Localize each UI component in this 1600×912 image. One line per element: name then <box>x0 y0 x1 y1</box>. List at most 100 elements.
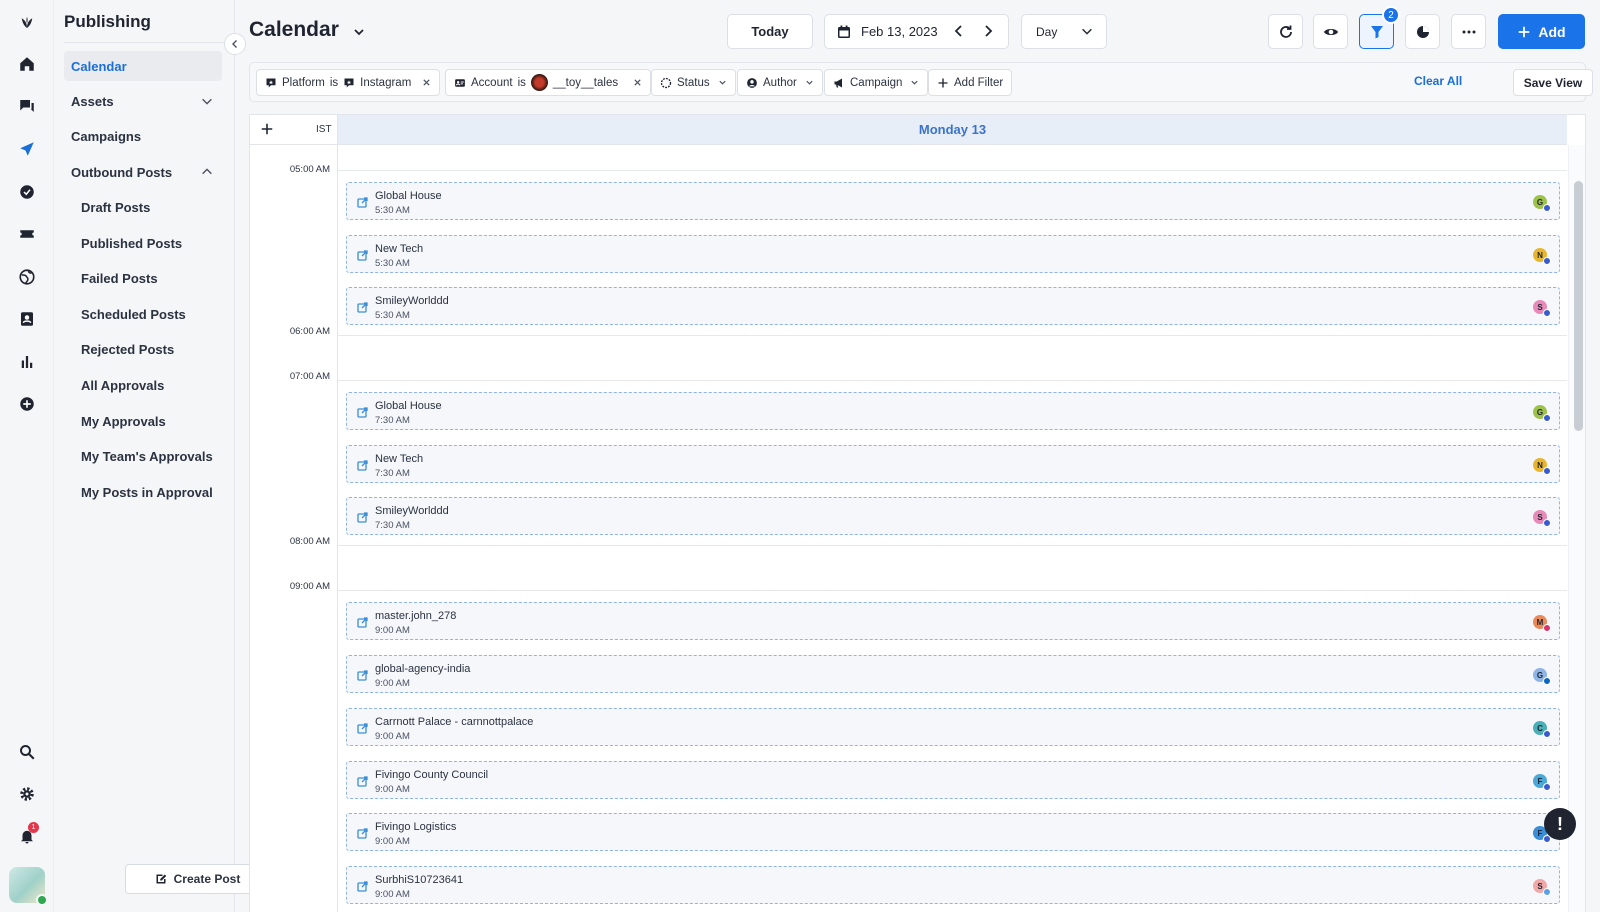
gear-icon[interactable] <box>15 782 39 806</box>
close-icon[interactable] <box>422 78 431 87</box>
chat-icon[interactable] <box>15 94 39 118</box>
collapse-sidebar-button[interactable] <box>224 33 246 55</box>
send-icon[interactable] <box>15 137 39 161</box>
calendar-event[interactable]: SurbhiS10723641 9:00 AM S <box>346 866 1560 904</box>
sidebar-subitem-my-posts-in-approval[interactable]: My Posts in Approval <box>74 478 224 506</box>
calendar-event[interactable]: Global House 7:30 AM G <box>346 392 1560 430</box>
help-button[interactable]: ! <box>1544 808 1576 840</box>
close-icon[interactable] <box>633 78 642 87</box>
platform-badge-icon <box>1543 730 1551 738</box>
calendar-event[interactable]: Carrnott Palace - carnnottpalace 9:00 AM… <box>346 708 1560 746</box>
account-avatar: S <box>1533 300 1551 317</box>
event-time: 7:30 AM <box>375 520 410 531</box>
filter-button[interactable]: 2 <box>1359 6 1400 49</box>
event-name: Fivingo Logistics <box>375 821 457 833</box>
bell-icon[interactable]: 1 <box>15 822 39 848</box>
post-icon <box>357 828 368 839</box>
account-filter-chip[interactable]: Account is __toy__tales <box>445 69 652 96</box>
post-icon <box>357 670 368 681</box>
platform-filter-chip[interactable]: Platform is Instagram <box>256 69 441 96</box>
ticket-icon[interactable] <box>15 222 39 246</box>
day-header: Monday 13 <box>338 115 1567 145</box>
chevron-down-icon <box>718 80 726 85</box>
event-name: New Tech <box>375 453 424 465</box>
platform-badge-icon <box>1543 677 1551 685</box>
date-picker[interactable]: Feb 13, 2023 <box>824 14 1009 49</box>
plus-circle-icon[interactable] <box>15 392 39 416</box>
next-date-button[interactable] <box>980 23 996 42</box>
sidebar-item-assets[interactable]: Assets <box>64 86 222 116</box>
chevron-down-icon <box>806 80 813 85</box>
view-select[interactable]: Day <box>1021 14 1107 49</box>
more-options-button[interactable] <box>1451 14 1486 49</box>
calendar-event[interactable]: Fivingo Logistics 9:00 AM F <box>346 813 1560 851</box>
scrollbar-thumb[interactable] <box>1574 181 1583 431</box>
globe-icon[interactable] <box>15 265 39 289</box>
sidebar-subitem-rejected-posts[interactable]: Rejected Posts <box>74 335 224 363</box>
event-time: 9:00 AM <box>375 678 410 689</box>
chevron-down-icon[interactable] <box>351 24 367 40</box>
hour-label: 06:00 AM <box>289 326 330 337</box>
event-time: 9:00 AM <box>375 731 410 742</box>
author-filter-chip[interactable]: Author <box>737 69 823 96</box>
event-name: global-agency-india <box>375 663 471 675</box>
report-button[interactable] <box>1405 14 1440 49</box>
post-icon <box>357 197 368 208</box>
chevron-right-icon <box>985 25 993 37</box>
calendar-event[interactable]: Fivingo County Council 9:00 AM F <box>346 761 1560 799</box>
calendar-scrollbar[interactable] <box>1568 145 1585 912</box>
contact-card-icon[interactable] <box>15 307 39 331</box>
sidebar-subitem-my-teams-approvals[interactable]: My Team's Approvals <box>74 442 224 470</box>
sidebar-item-calendar[interactable]: Calendar <box>64 51 222 81</box>
calendar-event[interactable]: master.john_278 9:00 AM M <box>346 602 1560 640</box>
clear-all-button[interactable]: Clear All <box>1414 74 1462 88</box>
sidebar-subitem-failed-posts[interactable]: Failed Posts <box>74 264 224 292</box>
save-view-button[interactable]: Save View <box>1513 69 1593 96</box>
previous-date-button[interactable] <box>951 23 967 42</box>
post-icon <box>357 302 368 313</box>
avatar-initial: S <box>1537 302 1543 312</box>
event-time: 9:00 AM <box>375 836 410 847</box>
campaign-filter-chip[interactable]: Campaign <box>824 69 929 96</box>
pie-chart-icon <box>1416 25 1429 38</box>
platform-badge-icon <box>1543 467 1551 475</box>
chevron-left-icon <box>954 25 962 37</box>
calendar-event[interactable]: SmileyWorlddd 7:30 AM S <box>346 497 1560 535</box>
calendar-event[interactable]: SmileyWorlddd 5:30 AM S <box>346 287 1560 325</box>
platform-badge-icon <box>1543 204 1551 212</box>
sidebar-item-outbound-posts[interactable]: Outbound Posts <box>64 157 222 187</box>
calendar-event[interactable]: global-agency-india 9:00 AM G <box>346 655 1560 693</box>
event-name: Fivingo County Council <box>375 769 489 781</box>
user-avatar[interactable] <box>9 867 48 906</box>
bar-chart-icon[interactable] <box>15 350 39 374</box>
preview-button[interactable] <box>1313 14 1348 49</box>
filter-field: Platform <box>282 76 325 89</box>
calendar-corner: IST <box>250 115 338 145</box>
sidebar-subitem-all-approvals[interactable]: All Approvals <box>74 371 224 399</box>
post-icon <box>357 723 368 734</box>
calendar-event[interactable]: New Tech 5:30 AM N <box>346 235 1560 273</box>
sidebar-subitem-scheduled-posts[interactable]: Scheduled Posts <box>74 300 224 328</box>
calendar-event[interactable]: Global House 5:30 AM G <box>346 182 1560 220</box>
search-icon[interactable] <box>15 740 39 764</box>
sidebar-subitem-my-approvals[interactable]: My Approvals <box>74 407 224 435</box>
sidebar-subitem-draft-posts[interactable]: Draft Posts <box>74 193 224 221</box>
sidebar-item-campaigns[interactable]: Campaigns <box>64 121 222 151</box>
account-avatar: G <box>1533 668 1551 685</box>
plus-icon[interactable] <box>260 122 274 136</box>
status-filter-chip[interactable]: Status <box>651 69 736 96</box>
event-name: SurbhiS10723641 <box>375 874 464 886</box>
refresh-button[interactable] <box>1268 14 1303 49</box>
today-button[interactable]: Today <box>727 14 813 49</box>
check-circle-icon[interactable] <box>15 180 39 204</box>
filter-count-badge: 2 <box>1382 6 1400 24</box>
add-button[interactable]: Add <box>1498 14 1585 49</box>
status-icon <box>660 77 672 88</box>
calendar-event[interactable]: New Tech 7:30 AM N <box>346 445 1560 483</box>
add-filter-button[interactable]: Add Filter <box>928 69 1013 96</box>
logo-icon[interactable] <box>15 10 39 34</box>
home-icon[interactable] <box>15 52 39 76</box>
sidebar-subitem-published-posts[interactable]: Published Posts <box>74 229 224 257</box>
sidebar-item-label: Outbound Posts <box>71 164 173 180</box>
chevron-down-icon <box>911 80 919 85</box>
